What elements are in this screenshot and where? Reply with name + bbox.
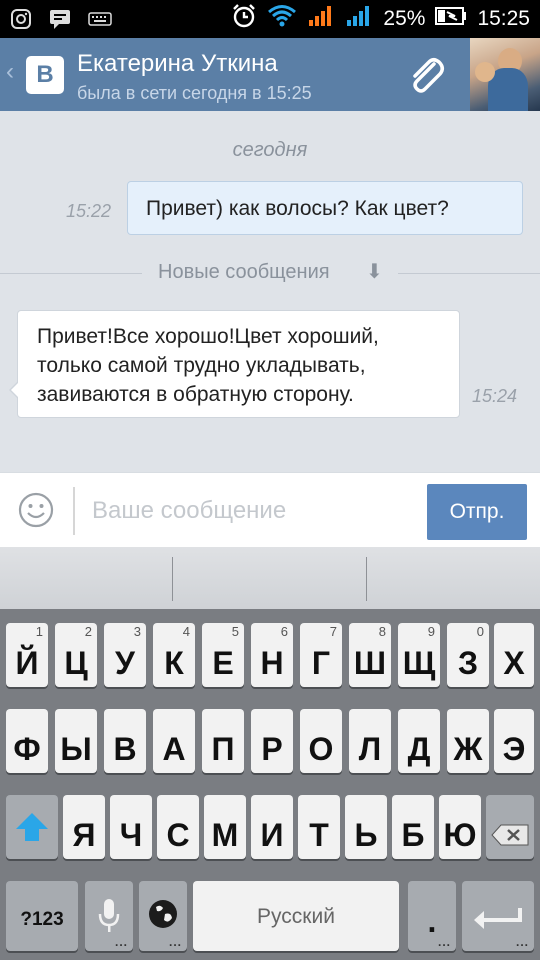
key[interactable]: Э (494, 709, 534, 773)
enter-key[interactable]: ... (462, 881, 534, 951)
globe-icon (147, 898, 179, 938)
wifi-icon (267, 4, 297, 34)
key[interactable]: 5Е (202, 623, 244, 687)
suggestion-bar[interactable] (0, 547, 540, 609)
key[interactable]: Х (494, 623, 534, 687)
avatar[interactable] (470, 38, 540, 111)
message-time: 15:22 (66, 201, 112, 221)
outgoing-message[interactable]: Привет) как волосы? Как цвет? (127, 181, 523, 235)
key[interactable]: Д (398, 709, 440, 773)
key[interactable]: В (104, 709, 146, 773)
keyboard-icon (88, 10, 112, 33)
clock: 15:25 (477, 7, 530, 30)
message-line: только самой трудно укладывать, (37, 354, 366, 377)
contact-status: была в сети сегодня в 15:25 (77, 83, 312, 103)
backspace-key[interactable] (486, 795, 534, 859)
voice-input-key[interactable]: ... (85, 881, 133, 951)
alarm-icon (231, 3, 257, 35)
key[interactable]: 2Ц (55, 623, 97, 687)
key[interactable]: Ч (110, 795, 152, 859)
battery-percent: 25% (383, 7, 426, 30)
status-bar: 25% 15:25 (0, 0, 540, 38)
date-separator: сегодня (232, 139, 308, 161)
key[interactable]: Я (63, 795, 105, 859)
key[interactable]: 6Н (251, 623, 293, 687)
paperclip-icon[interactable] (404, 54, 448, 98)
arrow-down-icon: ⬇ (366, 261, 383, 283)
chat-area[interactable]: сегодня 15:22 Привет) как волосы? Как цв… (0, 111, 540, 472)
battery-icon (435, 6, 467, 32)
key[interactable]: 8Ш (349, 623, 391, 687)
signal-icon (345, 4, 373, 34)
shift-key[interactable] (6, 795, 58, 859)
key[interactable]: А (153, 709, 195, 773)
key[interactable]: 1Й (6, 623, 48, 687)
contact-name: Екатерина Уткина (77, 50, 278, 77)
key[interactable]: Р (251, 709, 293, 773)
message-input[interactable] (92, 491, 412, 531)
instagram-icon (10, 8, 32, 35)
key[interactable]: Ж (447, 709, 489, 773)
language-key[interactable]: ... (139, 881, 187, 951)
key[interactable]: 7Г (300, 623, 342, 687)
space-key[interactable]: Русский (193, 881, 399, 951)
key[interactable]: О (300, 709, 342, 773)
backspace-icon (491, 817, 529, 854)
symbols-key[interactable]: ?123 (6, 881, 78, 951)
key[interactable]: М (204, 795, 246, 859)
period-key[interactable]: .... (408, 881, 456, 951)
divider (73, 487, 75, 535)
message-icon (48, 8, 72, 35)
key[interactable]: С (157, 795, 199, 859)
send-button[interactable]: Отпр. (427, 484, 527, 540)
key[interactable]: 4К (153, 623, 195, 687)
message-line: завиваются в обратную сторону. (37, 383, 354, 406)
key[interactable]: Т (298, 795, 340, 859)
chat-header: ‹ В Екатерина Уткина была в сети сегодня… (0, 38, 540, 111)
new-messages-divider: Новые сообщения ⬇ (0, 261, 540, 287)
key[interactable]: Ю (439, 795, 481, 859)
emoji-icon[interactable] (18, 492, 54, 528)
keyboard: 1Й 2Ц 3У 4К 5Е 6Н 7Г 8Ш 9Щ 0З Х Ф Ы В А … (0, 547, 540, 960)
shift-arrow-icon (14, 811, 50, 851)
key[interactable]: П (202, 709, 244, 773)
key[interactable]: И (251, 795, 293, 859)
key[interactable]: Ф (6, 709, 48, 773)
key[interactable]: Б (392, 795, 434, 859)
key[interactable]: 3У (104, 623, 146, 687)
key[interactable]: Ь (345, 795, 387, 859)
key[interactable]: 9Щ (398, 623, 440, 687)
message-line: Привет!Все хорошо!Цвет хороший, (37, 325, 379, 348)
key[interactable]: 0З (447, 623, 489, 687)
signal-icon (307, 4, 335, 34)
incoming-message[interactable]: Привет!Все хорошо!Цвет хороший, только с… (9, 310, 460, 418)
key[interactable]: Ы (55, 709, 97, 773)
back-chevron-icon[interactable]: ‹ (6, 58, 14, 86)
message-composer: Отпр. (0, 472, 540, 547)
vk-logo[interactable]: В (26, 56, 64, 94)
message-time: 15:24 (472, 386, 518, 406)
new-messages-label: Новые сообщения (158, 261, 330, 283)
key[interactable]: Л (349, 709, 391, 773)
